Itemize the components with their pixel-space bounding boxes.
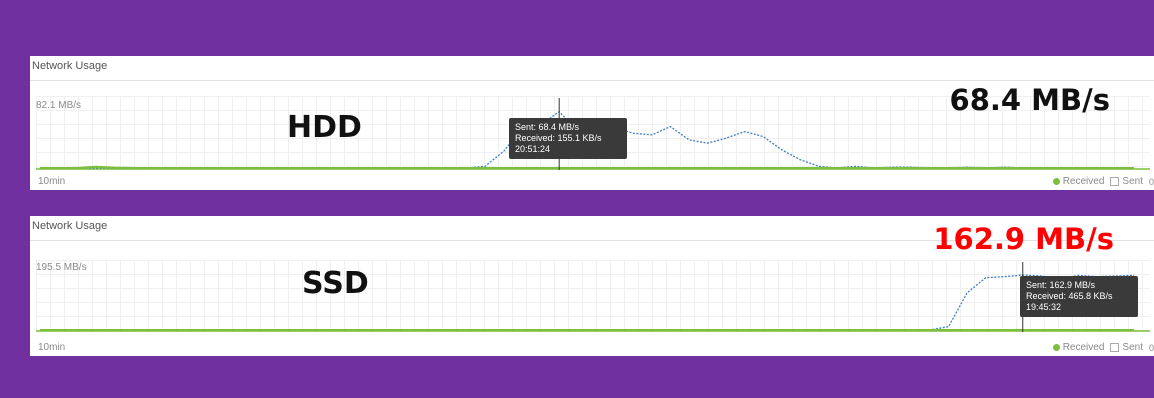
received-legend-dot-icon[interactable] (1052, 344, 1060, 351)
legend-received-label[interactable]: Received (1063, 176, 1105, 187)
sent-legend-checkbox-icon[interactable] (1110, 177, 1120, 186)
time-range-label: 10min (38, 342, 66, 353)
hover-tooltip: Sent: 162.9 MB/s Received: 465.8 KB/s 19… (1020, 276, 1138, 317)
drive-type-label: SSD (302, 266, 369, 301)
legend-received-label[interactable]: Received (1063, 342, 1105, 353)
panel-title: Network Usage (32, 60, 108, 72)
legend: Received Sent 0 (1052, 342, 1154, 353)
y-max-label: 82.1 MB/s (36, 100, 82, 111)
received-legend-dot-icon[interactable] (1052, 178, 1060, 185)
legend: Received Sent 0 (1052, 176, 1154, 187)
legend-zero: 0 (1148, 342, 1154, 353)
ssd-line-chart (36, 262, 1150, 332)
sent-legend-checkbox-icon[interactable] (1110, 343, 1120, 352)
tooltip-sent: Sent: 162.9 MB/s (1026, 280, 1096, 290)
title-divider (30, 80, 1154, 81)
speed-label: 162.9 MB/s (933, 222, 1114, 256)
tooltip-sent: Sent: 68.4 MB/s (515, 122, 580, 132)
tooltip-time: 19:45:32 (1026, 302, 1062, 312)
legend-zero: 0 (1148, 176, 1154, 187)
panel-title: Network Usage (32, 220, 108, 232)
legend-sent-label[interactable]: Sent (1122, 342, 1143, 353)
y-max-label: 195.5 MB/s (36, 262, 87, 273)
tooltip-received: Received: 155.1 KB/s (515, 133, 602, 143)
tooltip-received: Received: 465.8 KB/s (1026, 291, 1113, 301)
series-line-sent (40, 274, 1135, 331)
legend-sent-label[interactable]: Sent (1122, 176, 1143, 187)
plot-area[interactable] (36, 260, 1150, 332)
hdd-network-panel: Network Usage 82.1 MB/s 10min Received S… (30, 56, 1154, 190)
time-range-label: 10min (38, 176, 66, 187)
tooltip-time: 20:51:24 (515, 144, 551, 154)
drive-type-label: HDD (287, 110, 362, 145)
ssd-network-panel: Network Usage 195.5 MB/s 10min Received … (30, 216, 1154, 356)
speed-label: 68.4 MB/s (949, 83, 1110, 117)
hover-tooltip: Sent: 68.4 MB/s Received: 155.1 KB/s 20:… (509, 118, 627, 159)
